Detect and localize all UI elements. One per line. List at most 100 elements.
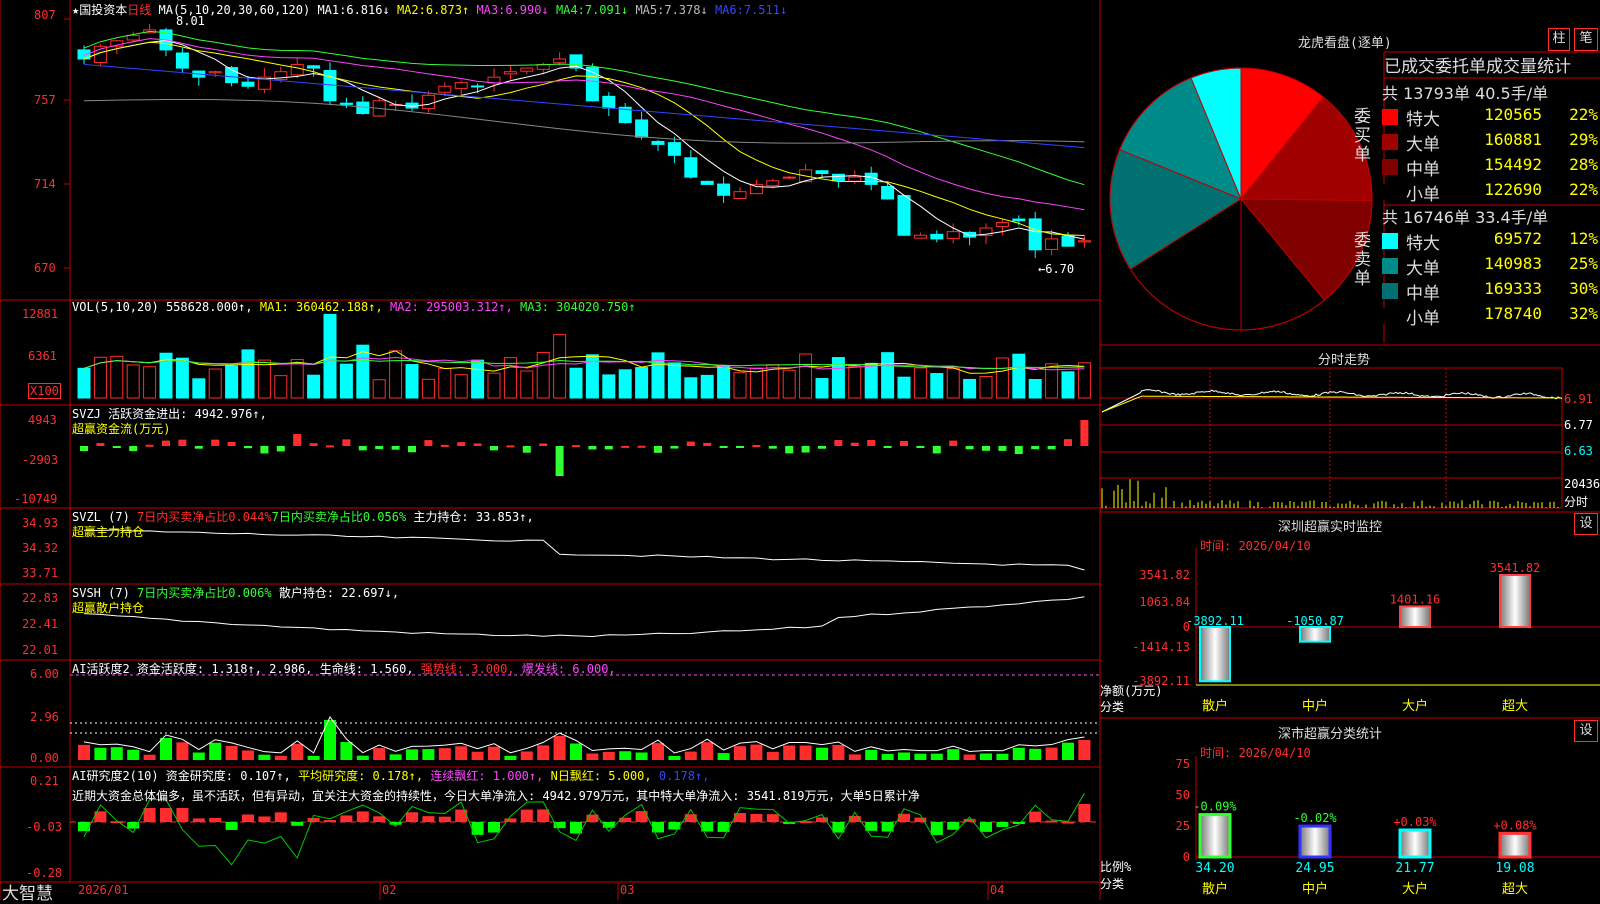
svzj-bar [326, 445, 334, 448]
activity-bar [274, 755, 287, 760]
svzj-bar [227, 441, 236, 446]
volume-bar [995, 357, 1009, 399]
sell-row-pct: 12% [1569, 229, 1598, 248]
candle-body [602, 95, 616, 109]
vol-header: VOL(5,10,20) 558628.000↑, MA1: 360462.18… [72, 300, 636, 314]
activity-bar [110, 747, 123, 760]
y-tick: 6.00 [30, 667, 59, 681]
classify-category: 超大 [1502, 882, 1528, 897]
monitor-settings-button[interactable]: 设 [1574, 513, 1598, 535]
svzj-bar [178, 439, 187, 446]
volume-bar [881, 352, 895, 399]
candle-body [307, 65, 321, 69]
sell-row-pct: 30% [1569, 279, 1598, 298]
activity-bar [996, 753, 1009, 760]
sell-total: 共 16746单 33.4手/单 [1382, 208, 1549, 227]
ai-research-header: AI研究度2(10) 资金研究度: 0.107↑, 平均研究度: 0.178↑,… [72, 769, 710, 783]
sell-swatch [1382, 258, 1398, 274]
volume-bar [799, 353, 813, 399]
stock-name[interactable]: 国投资本 [79, 3, 127, 17]
candle-body [717, 183, 731, 196]
classify-category: 中户 [1302, 881, 1328, 897]
candle-body [553, 58, 567, 64]
bar-mode-button[interactable]: 柱 [1548, 28, 1570, 51]
svzj-bar [342, 439, 351, 446]
activity-bar [504, 755, 517, 760]
volume-bar [339, 363, 353, 399]
activity-bar [602, 751, 615, 760]
ma2-value: 6.873↑ [425, 3, 470, 17]
y-tick: 670 [34, 261, 56, 275]
svzj-bar [850, 442, 859, 446]
candle-body [520, 67, 534, 72]
candle-body [635, 119, 649, 138]
svzj-bar [1014, 446, 1023, 454]
sell-row-pct: 25% [1569, 254, 1598, 273]
volume-bar [77, 367, 91, 399]
tick-mode-button[interactable]: 笔 [1574, 28, 1598, 51]
y-tick: 0.00 [30, 751, 59, 765]
monitor-ylabel: 净额(万元) [1100, 684, 1163, 698]
sell-row-name: 小单 [1406, 309, 1440, 329]
volume-bar [208, 368, 222, 399]
svzj-bar [785, 446, 794, 454]
vol-unit-badge[interactable]: X100 [28, 383, 61, 399]
classify-tick: 25 [1176, 819, 1190, 833]
research-bar [110, 821, 123, 824]
activity-bar [192, 752, 205, 760]
classify-value: 24.95 [1295, 861, 1334, 876]
volume-bar [913, 367, 927, 399]
svzj-bar [932, 446, 941, 454]
y-tick: 4943 [28, 413, 57, 427]
volume-bar [831, 357, 845, 399]
research-bar [1029, 811, 1042, 822]
volume-bar [471, 359, 485, 399]
monitor-bar [1499, 574, 1531, 628]
volume-bar [323, 313, 337, 399]
classify-change: -0.09% [1193, 800, 1237, 814]
activity-bar [1012, 747, 1025, 760]
volume-bar [454, 374, 468, 399]
svzj-bar [522, 446, 531, 453]
volume-bar [1012, 353, 1026, 399]
sell-row-value: 178740 [1484, 304, 1542, 323]
volume-bar [110, 355, 124, 399]
svzj-bar [129, 446, 138, 452]
activity-bar [750, 744, 763, 760]
svzj-bar [145, 444, 154, 447]
candle-body [995, 222, 1009, 227]
classify-value: 19.08 [1495, 861, 1534, 876]
svzj-bar [982, 446, 990, 451]
activity-bar [1029, 748, 1042, 760]
buy-swatch [1382, 109, 1398, 125]
buy-row-pct: 29% [1569, 130, 1598, 149]
y-tick: 807 [34, 8, 56, 22]
research-bar [996, 822, 1009, 827]
volume-bar [1077, 362, 1091, 399]
monitor-bar [1299, 626, 1331, 643]
ai-activity-header: AI活跃度2 资金活跃度: 1.318↑, 2.986, 生命线: 1.560,… [72, 662, 616, 676]
lhb-title: 龙虎看盘(逐单) [1298, 36, 1392, 51]
research-bar [1078, 804, 1091, 822]
sell-row-value: 169333 [1484, 279, 1542, 298]
svzj-bar [1047, 446, 1056, 450]
svzj-bar [654, 446, 662, 453]
buy-swatch [1382, 184, 1398, 200]
research-bar [324, 820, 336, 823]
classify-value: 34.20 [1195, 861, 1234, 876]
activity-bar [766, 751, 779, 760]
classify-settings-button[interactable]: 设 [1574, 720, 1598, 742]
fenshi-vol-unit: 分时 [1564, 495, 1589, 509]
monitor-bar-label: 3541.82 [1490, 561, 1541, 575]
period-label[interactable]: 日线 [127, 3, 151, 17]
activity-bar [881, 753, 894, 760]
y-tick: 714 [34, 177, 56, 191]
monitor-title: 深圳超赢实时监控 [1278, 520, 1383, 535]
svzj-bar [276, 446, 285, 452]
volume-bar [930, 373, 944, 399]
y-tick: 22.41 [22, 617, 59, 631]
buy-row-name: 特大 [1406, 110, 1440, 130]
research-bar [356, 811, 369, 822]
volume-bar [536, 351, 550, 399]
svzj-bar [457, 442, 466, 446]
